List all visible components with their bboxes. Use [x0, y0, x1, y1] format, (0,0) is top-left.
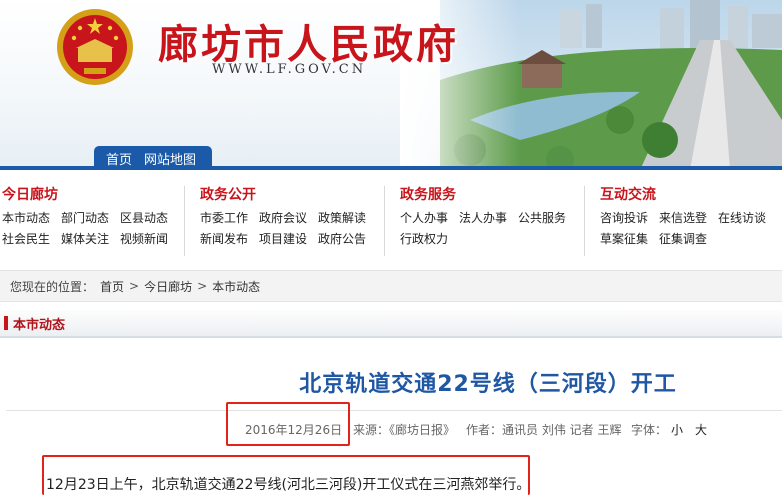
article-title: 北京轨道交通22号线（三河段）开工	[299, 372, 677, 397]
source-link[interactable]: 《廊坊日报》	[389, 423, 455, 437]
nav-link-county-news[interactable]: 区县动态	[120, 208, 168, 229]
breadcrumb: 您现在的位置： 首页 > 今日廊坊 > 本市动态	[0, 270, 782, 302]
article-author: 作者：通讯员 刘伟 记者 王辉	[466, 421, 621, 438]
section-header: 本市动态	[0, 310, 782, 338]
nav-link-media-focus[interactable]: 媒体关注	[61, 229, 109, 250]
nav-heading-interaction[interactable]: 互动交流	[600, 182, 766, 208]
nav-link-press-release[interactable]: 新闻发布	[200, 229, 248, 250]
main-navigation: 今日廊坊 本市动态 部门动态 区县动态 社会民生 媒体关注 视频新闻 政务公开 …	[0, 182, 782, 260]
nav-column-government-services: 政务服务 个人办事 法人办事 公共服务 行政权力	[400, 182, 566, 260]
nav-link-government-notices[interactable]: 政府公告	[318, 229, 366, 250]
nav-link-public-services[interactable]: 公共服务	[518, 208, 566, 229]
nav-divider	[584, 186, 585, 256]
section-marker	[4, 316, 8, 330]
breadcrumb-city-news[interactable]: 本市动态	[212, 278, 260, 295]
nav-link-administrative-power[interactable]: 行政权力	[400, 229, 448, 250]
nav-column-today-langfang: 今日廊坊 本市动态 部门动态 区县动态 社会民生 媒体关注 视频新闻	[2, 182, 168, 260]
site-header: 廊坊市人民政府 WWW.LF.GOV.CN 首页 网站地图	[0, 0, 782, 170]
tab-sitemap[interactable]: 网站地图	[144, 149, 196, 168]
nav-link-policy-interpretation[interactable]: 政策解读	[318, 208, 366, 229]
article-source: 来源：《廊坊日报》	[353, 421, 455, 438]
nav-link-consultation-complaints[interactable]: 咨询投诉	[600, 208, 648, 229]
author-label: 作者：	[466, 423, 503, 437]
nav-link-party-committee[interactable]: 市委工作	[200, 208, 248, 229]
nav-link-video-news[interactable]: 视频新闻	[120, 229, 168, 250]
nav-link-online-interviews[interactable]: 在线访谈	[718, 208, 766, 229]
breadcrumb-home[interactable]: 首页	[100, 278, 124, 295]
nav-heading-government-services[interactable]: 政务服务	[400, 182, 566, 208]
breadcrumb-separator: >	[197, 279, 208, 293]
nav-divider	[384, 186, 385, 256]
font-large-button[interactable]: 大	[695, 423, 707, 437]
nav-link-surveys[interactable]: 征集调查	[659, 229, 707, 250]
breadcrumb-prefix: 您现在的位置：	[10, 279, 95, 294]
nav-divider	[184, 186, 185, 256]
nav-link-livelihood[interactable]: 社会民生	[2, 229, 50, 250]
nav-column-interaction: 互动交流 咨询投诉 来信选登 在线访谈 草案征集 征集调查	[600, 182, 766, 260]
font-size-label: 字体：	[631, 423, 668, 437]
nav-link-government-meetings[interactable]: 政府会议	[259, 208, 307, 229]
nav-link-city-news[interactable]: 本市动态	[2, 208, 50, 229]
nav-link-personal-services[interactable]: 个人办事	[400, 208, 448, 229]
breadcrumb-separator: >	[129, 279, 140, 293]
body-highlight-box	[42, 455, 530, 495]
nav-link-draft-solicitation[interactable]: 草案征集	[600, 229, 648, 250]
nav-heading-government-affairs[interactable]: 政务公开	[200, 182, 366, 208]
site-url: WWW.LF.GOV.CN	[212, 62, 367, 77]
nav-link-projects[interactable]: 项目建设	[259, 229, 307, 250]
author-names: 通讯员 刘伟 记者 王辉	[502, 423, 622, 437]
font-small-button[interactable]: 小	[671, 423, 683, 437]
nav-link-department-news[interactable]: 部门动态	[61, 208, 109, 229]
breadcrumb-today-langfang[interactable]: 今日廊坊	[144, 278, 192, 295]
header-tab-bar: 首页 网站地图	[0, 146, 782, 170]
national-emblem-logo	[57, 9, 133, 85]
article-meta: 2016年12月26日 来源：《廊坊日报》 作者：通讯员 刘伟 记者 王辉 字体…	[6, 410, 782, 444]
nav-link-selected-letters[interactable]: 来信选登	[659, 208, 707, 229]
tab-home[interactable]: 首页	[106, 149, 132, 168]
font-size-control: 字体：小大	[631, 421, 707, 438]
nav-heading-today-langfang[interactable]: 今日廊坊	[2, 182, 168, 208]
section-title: 本市动态	[13, 317, 66, 333]
date-highlight-box	[226, 402, 350, 446]
source-label: 来源：	[353, 423, 390, 437]
nav-column-government-affairs: 政务公开 市委工作 政府会议 政策解读 新闻发布 项目建设 政府公告	[200, 182, 366, 260]
header-tabs: 首页 网站地图	[94, 146, 213, 170]
nav-link-corporate-services[interactable]: 法人办事	[459, 208, 507, 229]
